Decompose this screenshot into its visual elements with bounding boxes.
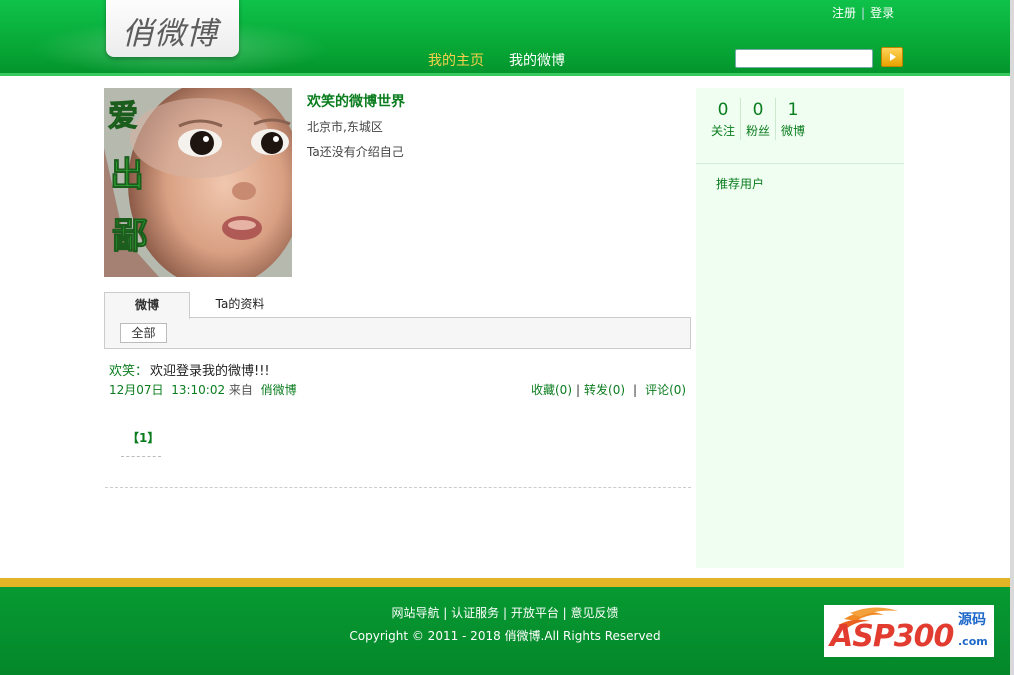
post-from-label: 来自	[228, 383, 253, 397]
top-link-separator: |	[861, 6, 866, 20]
post-author[interactable]: 欢笑：	[109, 360, 148, 379]
nav-my-homepage[interactable]: 我的主页	[428, 50, 484, 70]
stat-fans-label: 粉丝	[745, 124, 770, 138]
stat-following[interactable]: 0 关注	[706, 100, 740, 139]
footer-accent-bar	[0, 578, 1010, 587]
tab-weibo[interactable]: 微博	[104, 292, 190, 319]
nav-my-weibo[interactable]: 我的微博	[509, 50, 565, 70]
login-link[interactable]: 登录	[870, 6, 894, 20]
avatar-image: 爱 出 鄙	[104, 88, 292, 277]
profile-avatar[interactable]: 爱 出 鄙	[104, 88, 292, 277]
header-bar: 俏微博 注册 | 登录 我的主页 我的微博	[0, 0, 1010, 76]
favorite-link[interactable]: 收藏(0)	[531, 383, 572, 397]
search-button[interactable]	[881, 47, 903, 67]
post-time[interactable]: 13:10:02	[171, 383, 225, 397]
pager-current-page[interactable]: 【1】	[127, 429, 159, 446]
asp300-badge[interactable]: ASP300 源码 .com	[824, 605, 994, 657]
badge-com-text: .com	[958, 635, 988, 648]
window-edge	[1010, 0, 1014, 675]
stat-fans-count: 0	[752, 100, 764, 120]
post-actions: 收藏(0) | 转发(0) | 评论(0)	[531, 381, 686, 398]
stat-weibo[interactable]: 1 微博	[776, 100, 810, 139]
profile-location: 北京市,东城区	[307, 120, 383, 134]
stat-weibo-count: 1	[787, 100, 799, 120]
post-source[interactable]: 俏微博	[261, 383, 297, 397]
action-separator: |	[633, 383, 638, 397]
post-author-name[interactable]: 欢笑	[109, 364, 135, 379]
svg-text:爱: 爱	[108, 99, 138, 134]
tab-ta-profile[interactable]: Ta的资料	[190, 292, 290, 318]
post-author-colon: ：	[135, 364, 149, 379]
svg-text:鄙: 鄙	[112, 216, 148, 257]
content-divider	[105, 487, 691, 488]
top-links: 注册 | 登录	[832, 4, 894, 21]
logo-text: 俏微博	[122, 16, 218, 52]
tab-panel: 全部	[104, 317, 691, 349]
stat-following-count: 0	[717, 100, 729, 120]
stat-weibo-label: 微博	[780, 124, 805, 138]
badge-main-text: ASP300	[830, 619, 954, 654]
sidebar-divider	[696, 163, 904, 164]
footer: 网站导航 | 认证服务 | 开放平台 | 意见反馈 Copyright © 20…	[0, 587, 1010, 675]
search-input[interactable]	[735, 49, 873, 68]
pager-divider	[121, 456, 161, 457]
svg-text:出: 出	[110, 155, 144, 195]
stat-fans[interactable]: 0 粉丝	[741, 100, 775, 139]
post-date[interactable]: 12月07日	[109, 383, 164, 397]
action-separator: |	[576, 383, 581, 397]
comment-link[interactable]: 评论(0)	[645, 383, 686, 397]
stat-following-label: 关注	[710, 124, 735, 138]
site-logo[interactable]: 俏微博	[106, 0, 239, 57]
repost-link[interactable]: 转发(0)	[584, 383, 625, 397]
post-meta: 12月07日 13:10:02 来自 俏微博	[109, 381, 297, 398]
profile-name[interactable]: 欢笑的微博世界	[307, 91, 405, 111]
recommended-users-heading: 推荐用户	[716, 177, 765, 191]
post-text: 欢迎登录我的微博!!!	[150, 364, 270, 379]
profile-intro: Ta还没有介绍自己	[307, 145, 404, 159]
register-link[interactable]: 注册	[832, 6, 856, 20]
badge-sub-text: 源码	[958, 612, 986, 628]
filter-all-button[interactable]: 全部	[120, 323, 167, 343]
sidebar: 0 关注 0 粉丝 1 微博 推荐用户	[696, 88, 904, 568]
profile-tabs: 微博 Ta的资料 全部	[104, 292, 691, 349]
